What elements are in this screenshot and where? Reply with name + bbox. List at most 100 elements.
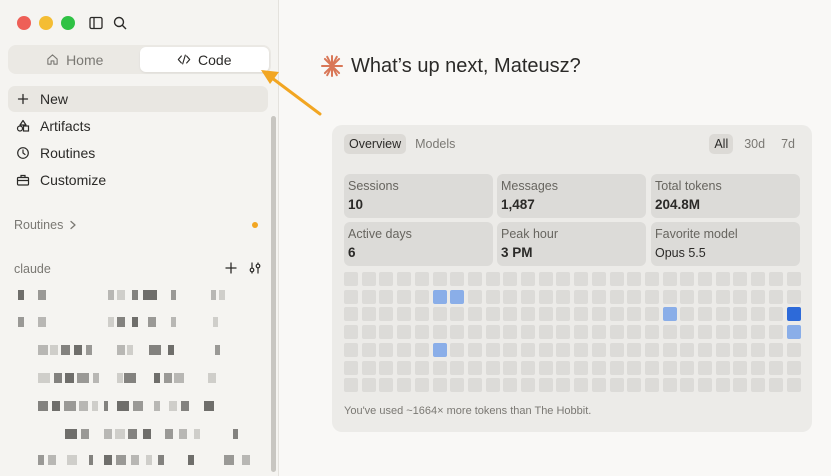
heatmap-cell[interactable]: [414, 325, 429, 340]
heatmap-cell[interactable]: [786, 307, 801, 322]
heatmap-cell[interactable]: [450, 342, 465, 357]
heatmap-cell[interactable]: [627, 289, 642, 304]
heatmap-cell[interactable]: [627, 272, 642, 286]
heatmap-cell[interactable]: [450, 307, 465, 322]
heatmap-cell[interactable]: [379, 342, 394, 357]
range-7d[interactable]: 7d: [776, 134, 800, 154]
heatmap-cell[interactable]: [751, 360, 766, 375]
heatmap-cell[interactable]: [768, 325, 783, 340]
heatmap-cell[interactable]: [432, 325, 447, 340]
heatmap-cell[interactable]: [609, 360, 624, 375]
heatmap-cell[interactable]: [556, 272, 571, 286]
heatmap-cell[interactable]: [556, 360, 571, 375]
heatmap-cell[interactable]: [344, 378, 358, 393]
heatmap-cell[interactable]: [680, 307, 695, 322]
heatmap-cell[interactable]: [768, 307, 783, 322]
heatmap-cell[interactable]: [644, 342, 659, 357]
heatmap-cell[interactable]: [698, 307, 712, 322]
close-window-button[interactable]: [17, 16, 31, 30]
heatmap-cell[interactable]: [397, 272, 412, 286]
heatmap-cell[interactable]: [379, 289, 394, 304]
heatmap-cell[interactable]: [751, 325, 766, 340]
heatmap-cell[interactable]: [379, 325, 394, 340]
heatmap-cell[interactable]: [556, 378, 571, 393]
heatmap-cell[interactable]: [644, 360, 659, 375]
heatmap-cell[interactable]: [662, 289, 677, 304]
heatmap-cell[interactable]: [609, 307, 624, 322]
sidebar-item-routines[interactable]: Routines: [8, 140, 268, 166]
heatmap-cell[interactable]: [715, 325, 730, 340]
heatmap-cell[interactable]: [715, 289, 730, 304]
heatmap-cell[interactable]: [467, 307, 482, 322]
heatmap-cell[interactable]: [786, 378, 801, 393]
heatmap-cell[interactable]: [591, 307, 606, 322]
heatmap-cell[interactable]: [662, 325, 677, 340]
heatmap-cell[interactable]: [627, 325, 642, 340]
heatmap-cell[interactable]: [591, 342, 606, 357]
code-tab[interactable]: Code: [139, 47, 269, 72]
sidebar-item-new[interactable]: New: [8, 86, 268, 112]
heatmap-cell[interactable]: [786, 272, 801, 286]
heatmap-cell[interactable]: [467, 360, 482, 375]
heatmap-cell[interactable]: [361, 272, 376, 286]
heatmap-cell[interactable]: [414, 289, 429, 304]
heatmap-cell[interactable]: [556, 325, 571, 340]
heatmap-cell[interactable]: [538, 342, 553, 357]
heatmap-cell[interactable]: [414, 272, 429, 286]
heatmap-cell[interactable]: [397, 289, 412, 304]
heatmap-cell[interactable]: [644, 272, 659, 286]
heatmap-cell[interactable]: [503, 289, 518, 304]
heatmap-cell[interactable]: [503, 272, 518, 286]
heatmap-cell[interactable]: [751, 289, 766, 304]
heatmap-cell[interactable]: [662, 360, 677, 375]
heatmap-cell[interactable]: [662, 342, 677, 357]
heatmap-cell[interactable]: [432, 360, 447, 375]
heatmap-cell[interactable]: [485, 360, 500, 375]
heatmap-cell[interactable]: [467, 342, 482, 357]
heatmap-cell[interactable]: [768, 378, 783, 393]
heatmap-cell[interactable]: [715, 342, 730, 357]
heatmap-cell[interactable]: [733, 289, 748, 304]
heatmap-cell[interactable]: [485, 342, 500, 357]
heatmap-cell[interactable]: [591, 289, 606, 304]
sidebar-item-customize[interactable]: Customize: [8, 167, 268, 193]
heatmap-cell[interactable]: [432, 289, 447, 304]
heatmap-cell[interactable]: [397, 360, 412, 375]
heatmap-cell[interactable]: [556, 307, 571, 322]
heatmap-cell[interactable]: [485, 325, 500, 340]
heatmap-cell[interactable]: [521, 325, 535, 340]
heatmap-cell[interactable]: [521, 360, 535, 375]
heatmap-cell[interactable]: [680, 378, 695, 393]
heatmap-cell[interactable]: [397, 325, 412, 340]
heatmap-cell[interactable]: [644, 307, 659, 322]
range-all[interactable]: All: [709, 134, 734, 154]
heatmap-cell[interactable]: [361, 289, 376, 304]
heatmap-cell[interactable]: [680, 289, 695, 304]
heatmap-cell[interactable]: [344, 289, 358, 304]
heatmap-cell[interactable]: [627, 360, 642, 375]
heatmap-cell[interactable]: [361, 342, 376, 357]
heatmap-cell[interactable]: [698, 289, 712, 304]
heatmap-cell[interactable]: [379, 272, 394, 286]
heatmap-cell[interactable]: [768, 289, 783, 304]
heatmap-cell[interactable]: [521, 289, 535, 304]
heatmap-cell[interactable]: [627, 342, 642, 357]
heatmap-cell[interactable]: [538, 378, 553, 393]
heatmap-cell[interactable]: [698, 378, 712, 393]
heatmap-cell[interactable]: [627, 307, 642, 322]
heatmap-cell[interactable]: [574, 378, 589, 393]
tab-models[interactable]: Models: [410, 134, 460, 154]
heatmap-cell[interactable]: [733, 325, 748, 340]
heatmap-cell[interactable]: [786, 360, 801, 375]
heatmap-cell[interactable]: [591, 378, 606, 393]
heatmap-cell[interactable]: [503, 307, 518, 322]
tab-overview[interactable]: Overview: [344, 134, 407, 154]
heatmap-cell[interactable]: [344, 360, 358, 375]
heatmap-cell[interactable]: [609, 289, 624, 304]
heatmap-cell[interactable]: [715, 307, 730, 322]
heatmap-cell[interactable]: [574, 325, 589, 340]
heatmap-cell[interactable]: [680, 342, 695, 357]
heatmap-cell[interactable]: [344, 325, 358, 340]
home-tab[interactable]: Home: [10, 47, 140, 72]
heatmap-cell[interactable]: [680, 272, 695, 286]
